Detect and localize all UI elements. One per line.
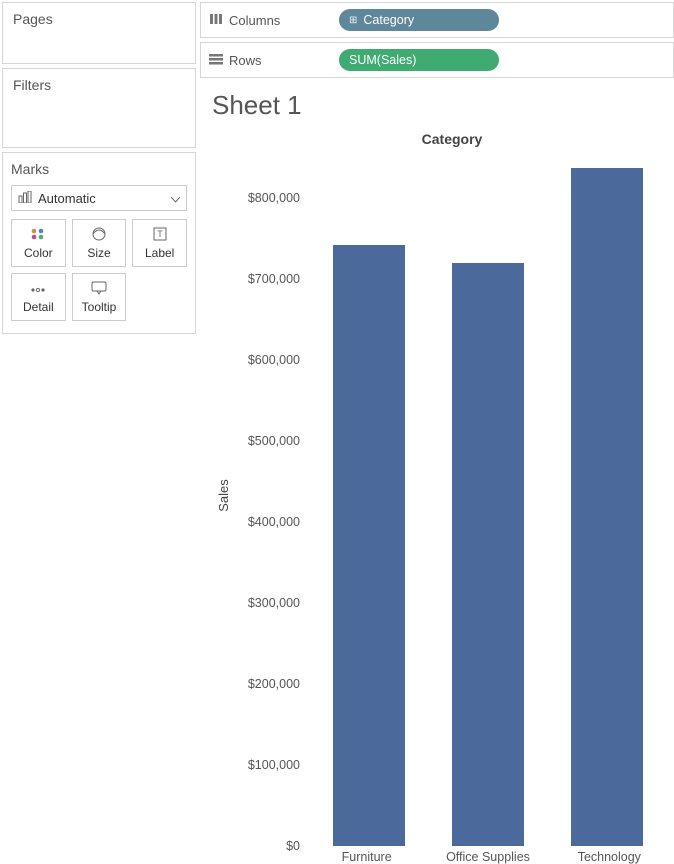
mark-type-label: Automatic	[38, 191, 96, 206]
detail-icon	[30, 280, 46, 296]
mark-type-dropdown[interactable]: Automatic	[11, 185, 187, 211]
marks-color-label: Color	[24, 246, 53, 260]
marks-size-button[interactable]: Size	[72, 219, 127, 267]
y-tick: $800,000	[248, 191, 300, 205]
marks-color-button[interactable]: Color	[11, 219, 66, 267]
marks-tooltip-button[interactable]: Tooltip	[72, 273, 127, 321]
marks-detail-label: Detail	[23, 300, 54, 314]
bar-chart-icon	[18, 191, 32, 206]
marks-detail-button[interactable]: Detail	[11, 273, 66, 321]
marks-label-label: Label	[145, 246, 174, 260]
marks-tooltip-label: Tooltip	[82, 300, 117, 314]
columns-pill-category[interactable]: ⊞ Category	[339, 9, 499, 31]
svg-text:T: T	[157, 229, 163, 239]
y-tick: $600,000	[248, 353, 300, 367]
columns-pill-label: Category	[363, 13, 414, 27]
color-icon	[30, 226, 46, 242]
size-icon	[90, 226, 108, 242]
columns-shelf[interactable]: Columns ⊞ Category	[200, 2, 674, 38]
marks-card: Marks Automatic	[2, 152, 196, 334]
columns-icon	[209, 13, 223, 28]
tooltip-icon	[91, 280, 107, 296]
column-header[interactable]: Category	[234, 127, 670, 157]
y-tick: $300,000	[248, 596, 300, 610]
y-tick: $500,000	[248, 434, 300, 448]
marks-label-button[interactable]: T Label	[132, 219, 187, 267]
chart-bar[interactable]	[452, 263, 524, 846]
columns-shelf-label: Columns	[229, 13, 280, 28]
y-tick: $0	[286, 839, 300, 853]
label-icon: T	[153, 226, 167, 242]
y-tick: $200,000	[248, 677, 300, 691]
chart-plot-area[interactable]	[306, 157, 670, 846]
chart-bar[interactable]	[333, 245, 405, 846]
x-axis[interactable]: FurnitureOffice SuppliesTechnology	[306, 846, 670, 864]
chevron-down-icon	[171, 191, 180, 206]
y-tick: $400,000	[248, 515, 300, 529]
pages-shelf[interactable]: Pages	[2, 2, 196, 64]
rows-shelf-label: Rows	[229, 53, 262, 68]
expand-icon: ⊞	[349, 15, 357, 26]
x-tick: Office Supplies	[427, 850, 548, 864]
rows-pill-sum-sales[interactable]: SUM(Sales)	[339, 49, 499, 71]
worksheet-view: Sheet 1 Sales Category $0 $100,000 $200,00…	[198, 80, 674, 864]
chart-bar[interactable]	[571, 168, 643, 846]
sheet-title[interactable]: Sheet 1	[212, 90, 670, 121]
y-tick: $700,000	[248, 272, 300, 286]
marks-title: Marks	[11, 161, 187, 177]
y-axis[interactable]: $0$100,000$200,000$300,000$400,000$500,0…	[234, 157, 306, 846]
rows-shelf[interactable]: Rows SUM(Sales)	[200, 42, 674, 78]
filters-title: Filters	[13, 77, 185, 93]
y-tick: $100,000	[248, 758, 300, 772]
filters-shelf[interactable]: Filters	[2, 68, 196, 148]
rows-icon	[209, 53, 223, 68]
x-tick: Furniture	[306, 850, 427, 864]
y-axis-label[interactable]: Sales	[216, 479, 231, 512]
x-tick: Technology	[549, 850, 670, 864]
marks-size-label: Size	[87, 246, 110, 260]
rows-pill-label: SUM(Sales)	[349, 53, 416, 67]
side-panels: Pages Filters Marks Automatic	[0, 0, 198, 864]
pages-title: Pages	[13, 11, 185, 27]
